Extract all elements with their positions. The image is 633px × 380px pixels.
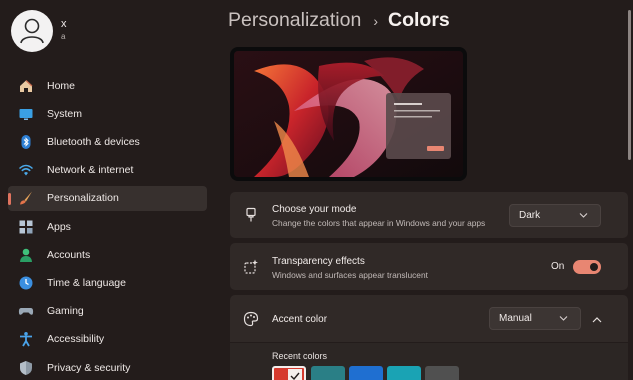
collapse-button[interactable] (585, 307, 609, 331)
transparency-title: Transparency effects (272, 256, 365, 267)
sidebar-item-time-language[interactable]: Time & language (8, 271, 207, 296)
sidebar-item-accessibility[interactable]: Accessibility (8, 327, 207, 352)
apps-icon (18, 219, 34, 235)
accounts-icon (18, 247, 34, 263)
user-name: x (61, 18, 67, 30)
sidebar-item-label: Apps (47, 220, 71, 233)
mode-dropdown-value: Dark (519, 210, 541, 221)
brush-settings-icon (243, 207, 259, 223)
chevron-up-icon (592, 310, 602, 328)
chevron-down-icon (579, 210, 588, 221)
gaming-icon (18, 303, 34, 319)
sidebar-item-label: Gaming (47, 305, 84, 318)
transparency-toggle[interactable] (573, 260, 601, 274)
transparency-card: Transparency effects Windows and surface… (230, 243, 628, 290)
mode-title: Choose your mode (272, 204, 357, 215)
accent-title: Accent color (272, 314, 328, 325)
sidebar-item-label: Privacy & security (47, 361, 131, 374)
bluetooth-icon (18, 134, 34, 150)
recent-color-swatch[interactable] (425, 366, 459, 380)
sidebar-item-accounts[interactable]: Accounts (8, 242, 207, 267)
breadcrumb-separator: › (373, 12, 379, 29)
accessibility-icon (18, 331, 34, 347)
recent-color-swatch[interactable] (272, 366, 306, 380)
breadcrumb: Personalization › Colors (228, 9, 450, 32)
sidebar-item-label: Personalization (47, 192, 119, 205)
sidebar-item-personalization[interactable]: Personalization (8, 185, 207, 211)
network-icon (18, 162, 34, 178)
sidebar-item-label: Time & language (47, 277, 126, 289)
scrollbar[interactable] (628, 10, 631, 160)
chevron-down-icon (559, 313, 568, 324)
choose-mode-card: Choose your mode Change the colors that … (230, 192, 628, 238)
toggle-knob (590, 263, 598, 271)
wallpaper-preview (234, 51, 463, 177)
recent-color-swatch[interactable] (387, 366, 421, 380)
theme-preview (230, 47, 467, 181)
sidebar: x a Home System Bluetooth & devices Netw… (0, 0, 214, 380)
sparkle-icon (243, 259, 259, 275)
time-language-icon (18, 275, 34, 291)
mode-description: Change the colors that appear in Windows… (272, 218, 486, 228)
system-icon (18, 106, 34, 122)
accent-expanded-panel: Recent colors (230, 343, 628, 380)
sidebar-nav: Home System Bluetooth & devices Network … (0, 70, 214, 380)
sidebar-item-label: Home (47, 79, 76, 92)
recent-colors-label: Recent colors (272, 351, 328, 361)
sidebar-item-network[interactable]: Network & internet (8, 158, 207, 183)
sidebar-item-label: Bluetooth & devices (47, 136, 140, 149)
transparency-description: Windows and surfaces appear translucent (272, 270, 428, 280)
sidebar-item-label: Accounts (47, 248, 91, 261)
avatar[interactable] (11, 10, 53, 52)
sidebar-item-privacy-security[interactable]: Privacy & security (8, 355, 207, 380)
shield-icon (18, 360, 34, 376)
sidebar-item-system[interactable]: System (8, 101, 207, 126)
main-content: Personalization › Colors Choose your mod… (214, 0, 633, 380)
mode-dropdown[interactable]: Dark (509, 204, 601, 227)
sidebar-item-label: Network & internet (47, 164, 134, 177)
recent-color-swatch[interactable] (311, 366, 345, 380)
checkmark-icon (288, 369, 302, 380)
sidebar-item-label: Accessibility (47, 333, 105, 346)
palette-icon (243, 311, 259, 327)
sidebar-item-bluetooth[interactable]: Bluetooth & devices (8, 130, 207, 155)
transparency-state-label: On (551, 261, 565, 272)
brush-icon (18, 190, 34, 206)
accent-dropdown-value: Manual (499, 313, 532, 324)
page-title: Colors (388, 9, 450, 31)
sidebar-item-home[interactable]: Home (8, 73, 207, 98)
home-icon (18, 78, 34, 94)
sidebar-item-gaming[interactable]: Gaming (8, 299, 207, 324)
sidebar-item-apps[interactable]: Apps (8, 214, 207, 239)
user-email: a (61, 32, 66, 41)
sidebar-item-label: System (47, 107, 83, 120)
recent-color-swatch[interactable] (349, 366, 383, 380)
accent-dropdown[interactable]: Manual (489, 307, 581, 330)
accent-color-card[interactable]: Accent color Manual (230, 295, 628, 342)
user-icon (20, 18, 44, 44)
breadcrumb-parent[interactable]: Personalization (228, 9, 361, 32)
